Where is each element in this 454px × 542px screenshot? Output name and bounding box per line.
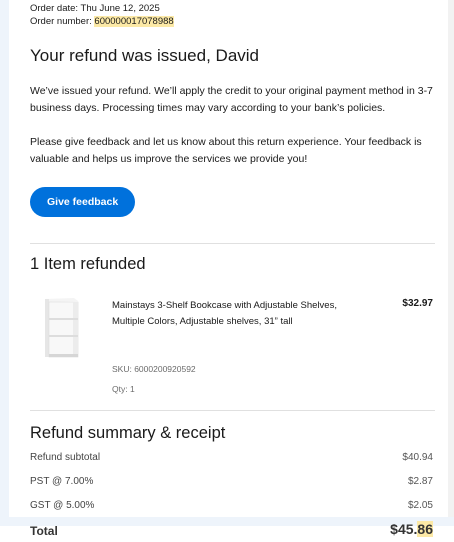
refund-summary-heading: Refund summary & receipt <box>30 424 226 442</box>
total-value-main: $45. <box>390 521 418 537</box>
bookcase-product-image[interactable] <box>42 297 79 359</box>
summary-label: Refund subtotal <box>30 452 101 463</box>
divider <box>30 243 435 244</box>
item-quantity: Qty: 1 <box>112 384 135 394</box>
email-body: Order date: Thu June 12, 2025 Order numb… <box>30 0 435 542</box>
feedback-request-paragraph: Please give feedback and let us know abo… <box>30 136 422 165</box>
refund-info-paragraph: We’ve issued your refund. We’ll apply th… <box>30 85 433 114</box>
summary-label: GST @ 5.00% <box>30 500 95 511</box>
summary-row-gst: GST @ 5.00% $2.05 <box>30 494 435 518</box>
summary-row-subtotal: Refund subtotal $40.94 <box>30 446 435 470</box>
item-name[interactable]: Mainstays 3-Shelf Bookcase with Adjustab… <box>112 298 362 330</box>
order-date: Order date: Thu June 12, 2025 <box>30 3 160 14</box>
divider <box>30 410 435 411</box>
total-label: Total <box>30 524 58 538</box>
summary-value: $2.05 <box>407 500 433 511</box>
order-number-value[interactable]: 600000017078988 <box>94 16 174 27</box>
summary-row-pst: PST @ 7.00% $2.87 <box>30 470 435 494</box>
total-value-cents: 86 <box>417 521 433 537</box>
item-price: $32.97 <box>402 298 433 309</box>
scrollbar-track[interactable] <box>448 0 454 526</box>
order-number-label: Order number: <box>30 16 95 27</box>
page-title: Your refund was issued, David <box>30 46 260 65</box>
items-refunded-heading: 1 Item refunded <box>30 255 146 273</box>
refunded-item: Mainstays 3-Shelf Bookcase with Adjustab… <box>30 281 435 399</box>
left-margin-bar <box>0 0 9 526</box>
summary-value: $2.87 <box>407 476 433 487</box>
summary-label: PST @ 7.00% <box>30 476 94 487</box>
order-number-line: Order number: 600000017078988 <box>30 15 435 28</box>
item-sku: SKU: 6000200920592 <box>112 364 196 374</box>
summary-row-total: Total $45.86 <box>30 520 435 542</box>
give-feedback-button[interactable]: Give feedback <box>30 187 136 217</box>
summary-value: $40.94 <box>402 452 433 463</box>
total-value: $45.86 <box>390 521 433 537</box>
